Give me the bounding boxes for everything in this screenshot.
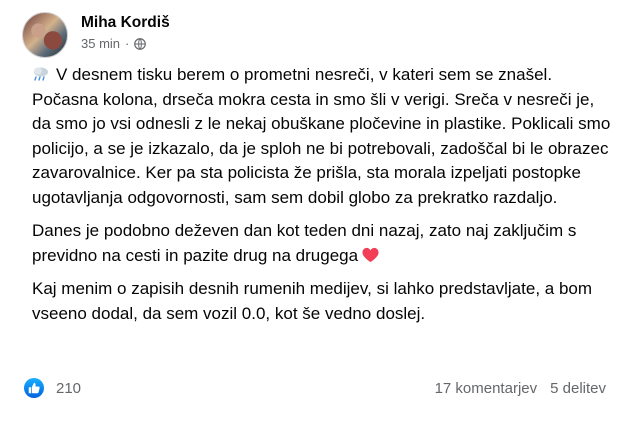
post-paragraph-1: V desnem tisku berem o prometni nesreči,… (32, 63, 612, 210)
post-footer: 210 17 komentarjev 5 delitev (24, 378, 606, 398)
avatar[interactable] (22, 12, 68, 58)
post-paragraph-2: Danes je podobno deževen dan kot teden d… (32, 219, 612, 268)
post-meta: Miha Kordiš 35 min · (81, 14, 170, 51)
heart-icon (362, 247, 379, 262)
engagement-counts: 17 komentarjev 5 delitev (435, 380, 606, 397)
paragraph-text-3: Kaj menim o zapisih desnih rumenih medij… (32, 279, 593, 323)
like-icon (24, 378, 44, 398)
shares-count[interactable]: 5 delitev (550, 380, 606, 397)
post-body: V desnem tisku berem o prometni nesreči,… (32, 63, 612, 326)
post-header: Miha Kordiš 35 min · (22, 12, 170, 58)
reactions-summary[interactable]: 210 (24, 378, 81, 398)
post-subline: 35 min · (81, 36, 170, 51)
separator-dot: · (125, 36, 130, 51)
author-name[interactable]: Miha Kordiš (81, 14, 170, 32)
paragraph-text-2: Danes je podobno deževen dan kot teden d… (32, 221, 577, 265)
comments-count[interactable]: 17 komentarjev (435, 380, 538, 397)
globe-icon[interactable] (134, 37, 147, 50)
paragraph-text-1: V desnem tisku berem o prometni nesreči,… (32, 65, 611, 207)
post-paragraph-3: Kaj menim o zapisih desnih rumenih medij… (32, 277, 612, 326)
reaction-count: 210 (56, 379, 82, 397)
post-time[interactable]: 35 min (81, 36, 120, 51)
rain-cloud-icon (34, 67, 48, 81)
